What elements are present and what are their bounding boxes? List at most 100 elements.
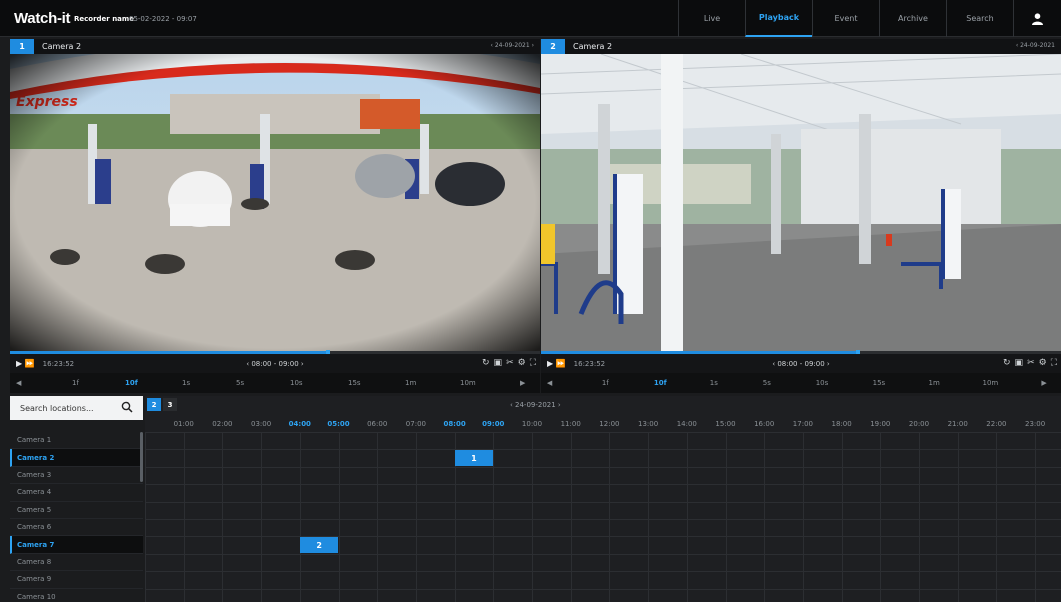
speed-15s[interactable]: 15s <box>348 379 361 387</box>
speed-next-icon[interactable]: ▶ <box>1041 379 1046 387</box>
speed-1s[interactable]: 1s <box>182 379 190 387</box>
pane-date[interactable]: ‹ 24-09-2021 <box>1016 42 1055 49</box>
grid-line <box>957 432 959 602</box>
pane-tools: ↻ ▣ ✂ ⚙ ⛶ <box>482 358 536 368</box>
camera-list-item[interactable]: Camera 4 <box>10 484 143 502</box>
timeline-row[interactable] <box>145 432 1061 449</box>
speed-10f[interactable]: 10f <box>125 379 138 387</box>
grid-line <box>415 432 417 602</box>
grid-line <box>686 432 688 602</box>
speed-10m[interactable]: 10m <box>460 379 476 387</box>
play-button[interactable]: ▶ ⏩ <box>547 359 566 368</box>
speed-prev-icon[interactable]: ◀ <box>16 379 21 387</box>
playback-time: 16:23:52 <box>42 359 75 368</box>
rewind-icon[interactable]: ↻ <box>482 358 490 368</box>
pane-number: 1 <box>10 39 34 54</box>
video-feed[interactable]: Express <box>10 54 540 351</box>
grid-line <box>532 432 533 602</box>
search-icon[interactable] <box>121 401 133 413</box>
user-button[interactable] <box>1013 0 1061 37</box>
clip-icon[interactable]: ✂ <box>506 358 514 368</box>
speed-1f[interactable]: 1f <box>602 379 609 387</box>
fullscreen-icon[interactable]: ⛶ <box>530 358 536 368</box>
hour-label: 21:00 <box>947 420 968 428</box>
speed-prev-icon[interactable]: ◀ <box>547 379 552 387</box>
grid-line <box>648 432 650 602</box>
recorder-name: Recorder name <box>74 15 134 23</box>
speed-1m[interactable]: 1m <box>405 379 416 387</box>
speed-10s[interactable]: 10s <box>816 379 829 387</box>
search-placeholder: Search locations... <box>20 403 94 413</box>
speed-1f[interactable]: 1f <box>72 379 79 387</box>
time-range[interactable]: ‹ 08:00 - 09:00 › <box>246 360 303 368</box>
timeline-row[interactable] <box>145 571 1061 588</box>
timeline-grid: 23 ‹ 24-09-2021 › 01:00 02:00 03:00 04:00 05… <box>145 396 1061 602</box>
video-pane-2: 2 Camera 2 ‹ 24-09-2021 ▶ ⏩ 16:23:52 ‹ 0… <box>541 39 1061 393</box>
hour-label: 06:00 <box>367 420 388 428</box>
nav-playback[interactable]: Playback <box>745 0 812 37</box>
pane-date[interactable]: ‹ 24-09-2021 › <box>491 42 534 49</box>
timeline-row[interactable] <box>145 501 1061 519</box>
pane-title: Camera 2 <box>573 42 613 51</box>
timeline-row[interactable] <box>145 449 1061 466</box>
list-scrollbar[interactable] <box>140 432 143 482</box>
nav-search[interactable]: Search <box>946 0 1013 37</box>
camera-list-item[interactable]: Camera 3 <box>10 467 143 485</box>
settings-icon[interactable]: ⚙ <box>1039 358 1047 368</box>
snapshot-icon[interactable]: ▣ <box>494 358 503 368</box>
speed-10m[interactable]: 10m <box>983 379 999 387</box>
camera-list-item[interactable]: Camera 5 <box>10 502 143 519</box>
speed-1s[interactable]: 1s <box>710 379 718 387</box>
timeline-row[interactable] <box>145 588 1061 602</box>
speed-10s[interactable]: 10s <box>290 379 303 387</box>
timeline-row[interactable] <box>145 484 1061 501</box>
grid-line <box>725 432 727 602</box>
timeline-tabs: 23 <box>147 398 177 411</box>
speed-1m[interactable]: 1m <box>929 379 940 387</box>
timeline-row[interactable] <box>145 553 1061 571</box>
timeline-row[interactable] <box>145 519 1061 536</box>
grid-line <box>222 432 224 602</box>
search-input[interactable]: Search locations... <box>10 396 143 420</box>
timeline-row[interactable] <box>145 536 1061 553</box>
timeline-tab-3[interactable]: 3 <box>163 398 177 411</box>
speed-5s[interactable]: 5s <box>236 379 244 387</box>
camera-list-item[interactable]: Camera 1 <box>10 432 143 450</box>
hour-label: 14:00 <box>676 420 697 428</box>
time-range[interactable]: ‹ 08:00 - 09:00 › <box>772 360 829 368</box>
speed-bar: ◀ 1f 10f 1s 5s 10s 15s 1m 10m ▶ <box>541 373 1061 393</box>
nav-live[interactable]: Live <box>678 0 745 37</box>
speed-5s[interactable]: 5s <box>763 379 771 387</box>
gas-station-scene-2 <box>541 54 1061 351</box>
hour-label: 09:00 <box>482 420 505 428</box>
rewind-icon[interactable]: ↻ <box>1003 358 1011 368</box>
nav-archive[interactable]: Archive <box>879 0 946 37</box>
camera-list-item[interactable]: Camera 9 <box>10 571 143 589</box>
speed-15s[interactable]: 15s <box>873 379 886 387</box>
camera-list-item[interactable]: Camera 2 <box>10 449 143 467</box>
speed-next-icon[interactable]: ▶ <box>520 379 525 387</box>
camera-list-item[interactable]: Camera 8 <box>10 554 143 572</box>
clip-icon[interactable]: ✂ <box>1027 358 1035 368</box>
camera-list-item[interactable]: Camera 7 <box>10 536 143 554</box>
top-bar: Watch-it Recorder name 05-02-2022 - 09:0… <box>0 0 1061 37</box>
grid-line <box>919 432 920 602</box>
main-nav: Live Playback Event Archive Search <box>678 0 1013 37</box>
pane-title: Camera 2 <box>42 42 82 51</box>
timeline-tab-2[interactable]: 2 <box>147 398 161 411</box>
hour-label: 16:00 <box>754 420 775 428</box>
play-button[interactable]: ▶ ⏩ <box>16 359 35 368</box>
timeline-row[interactable] <box>145 466 1061 484</box>
fullscreen-icon[interactable]: ⛶ <box>1051 358 1057 368</box>
nav-event[interactable]: Event <box>812 0 879 37</box>
recording-event[interactable]: 1 <box>454 450 494 467</box>
timeline-date[interactable]: ‹ 24-09-2021 › <box>510 401 561 409</box>
video-feed[interactable] <box>541 54 1061 351</box>
recording-event[interactable]: 2 <box>299 537 339 554</box>
camera-list-item[interactable]: Camera 10 <box>10 589 143 602</box>
settings-icon[interactable]: ⚙ <box>518 358 526 368</box>
camera-list-item[interactable]: Camera 6 <box>10 519 143 537</box>
hour-label: 17:00 <box>792 420 813 428</box>
snapshot-icon[interactable]: ▣ <box>1015 358 1024 368</box>
speed-10f[interactable]: 10f <box>654 379 667 387</box>
